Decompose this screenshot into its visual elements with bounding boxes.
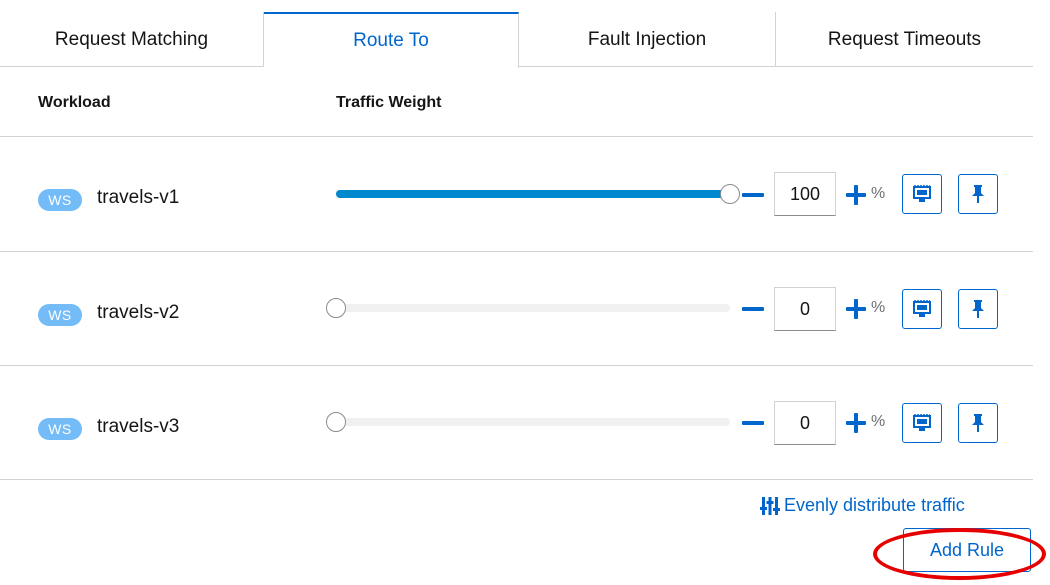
row-divider bbox=[0, 479, 1033, 480]
pin-button[interactable] bbox=[958, 174, 998, 214]
decrease-weight-button[interactable] bbox=[742, 307, 764, 311]
traffic-weight-slider[interactable] bbox=[326, 412, 730, 432]
distribute-icon bbox=[760, 496, 780, 515]
mirror-icon bbox=[913, 300, 931, 317]
add-rule-button[interactable]: Add Rule bbox=[903, 528, 1031, 572]
decrease-weight-button[interactable] bbox=[742, 421, 764, 425]
tab-fault-injection[interactable]: Fault Injection bbox=[519, 12, 776, 67]
tab-bar: Request Matching Route To Fault Injectio… bbox=[0, 12, 1033, 68]
workload-type-badge: WS bbox=[38, 304, 82, 326]
mirror-icon bbox=[913, 414, 931, 431]
weight-input[interactable] bbox=[774, 401, 836, 445]
mirror-button[interactable] bbox=[902, 174, 942, 214]
increase-weight-button[interactable] bbox=[846, 185, 866, 205]
mirror-button[interactable] bbox=[902, 403, 942, 443]
workload-row: WS travels-v3 % bbox=[0, 366, 1033, 481]
evenly-distribute-label: Evenly distribute traffic bbox=[784, 495, 965, 515]
workload-type-badge: WS bbox=[38, 189, 82, 211]
slider-thumb[interactable] bbox=[326, 298, 346, 318]
weight-input[interactable] bbox=[774, 172, 836, 216]
workload-column-header: Workload bbox=[38, 94, 111, 111]
pin-icon bbox=[972, 185, 984, 203]
pin-button[interactable] bbox=[958, 403, 998, 443]
traffic-weight-slider[interactable] bbox=[336, 184, 740, 204]
workload-name: travels-v1 bbox=[97, 187, 180, 208]
percent-label: % bbox=[871, 185, 886, 202]
decrease-weight-button[interactable] bbox=[742, 193, 764, 197]
slider-thumb[interactable] bbox=[720, 184, 740, 204]
tab-request-matching[interactable]: Request Matching bbox=[0, 12, 264, 67]
percent-label: % bbox=[871, 413, 886, 430]
workload-row: WS travels-v2 % bbox=[0, 252, 1033, 367]
workload-name: travels-v2 bbox=[97, 302, 180, 323]
percent-label: % bbox=[871, 299, 886, 316]
workload-name: travels-v3 bbox=[97, 416, 180, 437]
mirror-button[interactable] bbox=[902, 289, 942, 329]
tab-route-to[interactable]: Route To bbox=[264, 12, 519, 68]
pin-button[interactable] bbox=[958, 289, 998, 329]
increase-weight-button[interactable] bbox=[846, 413, 866, 433]
pin-icon bbox=[972, 300, 984, 318]
workload-row: WS travels-v1 % bbox=[0, 137, 1033, 252]
workload-type-badge: WS bbox=[38, 418, 82, 440]
slider-thumb[interactable] bbox=[326, 412, 346, 432]
pin-icon bbox=[972, 414, 984, 432]
tab-request-timeouts[interactable]: Request Timeouts bbox=[776, 12, 1033, 67]
traffic-weight-slider[interactable] bbox=[326, 298, 730, 318]
evenly-distribute-link[interactable]: Evenly distribute traffic bbox=[760, 495, 965, 516]
mirror-icon bbox=[913, 185, 931, 202]
increase-weight-button[interactable] bbox=[846, 299, 866, 319]
slider-fill bbox=[336, 190, 730, 198]
weight-input[interactable] bbox=[774, 287, 836, 331]
traffic-weight-column-header: Traffic Weight bbox=[336, 94, 442, 111]
truncated-text: ... ., . . bbox=[4, 577, 38, 585]
